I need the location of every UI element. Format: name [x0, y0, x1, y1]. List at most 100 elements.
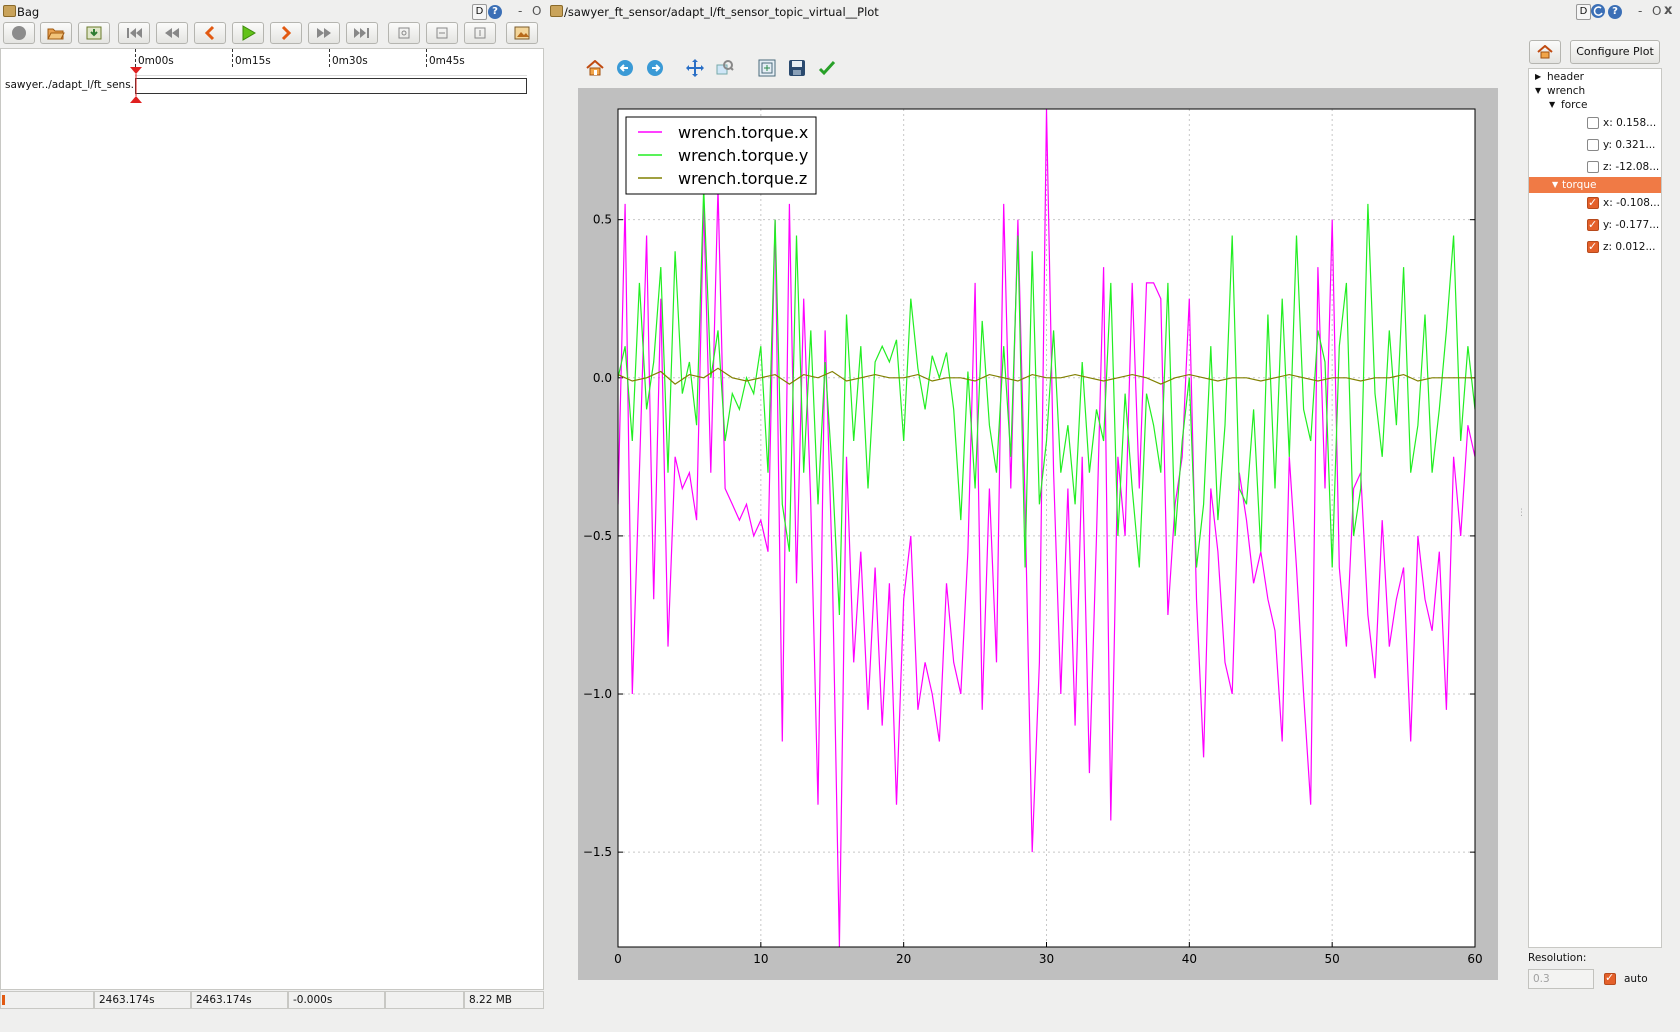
legend-label: wrench.torque.x [678, 123, 808, 142]
step-back-button[interactable] [194, 22, 226, 44]
tree-item-force-y[interactable]: y: 0.321... [1529, 137, 1659, 153]
legend-label: wrench.torque.y [678, 146, 808, 165]
torque-z-checkbox[interactable] [1587, 239, 1599, 255]
timeline-tick-label: 0m30s [332, 55, 368, 67]
topic-label: sawyer../adapt_l/ft_sens.. [5, 79, 138, 91]
status-start-time: 2463.174s [94, 991, 191, 1009]
play-button[interactable] [232, 22, 264, 44]
pan-button[interactable] [685, 58, 705, 78]
status-bag-size: 8.22 MB [464, 991, 544, 1009]
subplots-button[interactable] [757, 58, 777, 78]
y-tick-label: 0.0 [593, 371, 612, 385]
force-z-checkbox[interactable] [1587, 161, 1599, 173]
plot-minimize-button[interactable]: - [1638, 4, 1642, 18]
save-bag-button[interactable] [78, 22, 110, 44]
playhead-marker[interactable] [129, 67, 143, 103]
minimize-button[interactable]: - [518, 4, 522, 18]
line-chart[interactable]: 0 10 20 30 40 50 60 0.5 0.0 −0.5 −1.0 −1.5 wrench.to… [578, 88, 1498, 980]
plot-close-button[interactable]: x [1664, 3, 1672, 18]
zoom-in-button[interactable] [388, 22, 420, 44]
pan-arrows-icon [686, 59, 704, 77]
edit-axes-button[interactable] [817, 58, 837, 78]
zoom-magnifier-icon [716, 60, 734, 75]
float-button[interactable]: O [532, 4, 541, 18]
record-button[interactable] [3, 22, 35, 44]
status-empty [385, 991, 464, 1009]
step-forward-button[interactable] [270, 22, 302, 44]
y-tick-label: 0.5 [593, 213, 612, 227]
arrow-right-icon [647, 60, 663, 76]
tree-item-torque-selected[interactable]: ▼ torque [1529, 177, 1661, 193]
open-bag-button[interactable] [40, 22, 72, 44]
fast-forward-icon [317, 28, 331, 38]
x-tick-label: 10 [753, 952, 768, 966]
rewind-button[interactable] [156, 22, 188, 44]
rewind-icon [165, 28, 179, 38]
home-icon [586, 60, 604, 76]
x-tick-label: 0 [614, 952, 622, 966]
chevron-left-icon [204, 25, 215, 41]
dock-toggle-button[interactable]: D [472, 4, 487, 20]
zoom-reset-icon [474, 27, 486, 39]
zoom-out-button[interactable] [426, 22, 458, 44]
plot-figure: 0 10 20 30 40 50 60 0.5 0.0 −0.5 −1.0 −1.5 wrench.to… [578, 88, 1498, 980]
plot-app-icon [550, 5, 563, 17]
tree-item-torque-x[interactable]: x: -0.108... [1529, 195, 1660, 211]
tree-home-button[interactable] [1529, 40, 1561, 64]
tree-item-label: force [1561, 99, 1588, 111]
plot-help-icon[interactable]: ? [1608, 5, 1622, 19]
resolution-input[interactable] [1528, 969, 1594, 989]
plot-titlebar: /sawyer_ft_sensor/adapt_l/ft_sensor_topi… [548, 0, 1680, 22]
tree-item-force-z[interactable]: z: -12.08... [1529, 159, 1659, 175]
home-button[interactable] [585, 58, 605, 78]
plot-float-button[interactable]: O [1652, 4, 1661, 18]
torque-y-checkbox[interactable] [1587, 217, 1599, 233]
tree-item-label: z: 0.012... [1603, 241, 1656, 253]
force-x-checkbox[interactable] [1587, 117, 1599, 129]
help-icon[interactable]: ? [488, 5, 502, 19]
timeline-ruler[interactable]: 0m00s 0m15s 0m30s 0m45s [135, 49, 527, 76]
go-to-start-button[interactable] [118, 22, 150, 44]
timeline-tick-label: 0m00s [138, 55, 174, 67]
status-current-time: 2463.174s [191, 991, 288, 1009]
configure-plot-button[interactable]: Configure Plot [1570, 40, 1660, 64]
splitter-handle[interactable]: ⋮ [1517, 508, 1526, 518]
x-tick-label: 50 [1325, 952, 1340, 966]
zoom-out-icon [436, 27, 448, 39]
bag-window-title: Bag [17, 5, 40, 19]
progress-fill [2, 995, 5, 1005]
zoom-in-icon [398, 27, 410, 39]
thumbnails-button[interactable] [506, 22, 538, 44]
resolution-label: Resolution: [1528, 952, 1587, 964]
subplots-config-icon [758, 59, 776, 77]
collapse-down-icon: ▼ [1552, 180, 1559, 189]
tree-item-torque-y[interactable]: y: -0.177... [1529, 217, 1659, 233]
force-y-checkbox[interactable] [1587, 139, 1599, 151]
x-tick-label: 60 [1467, 952, 1482, 966]
zoom-rect-button[interactable] [715, 58, 735, 78]
tree-item-label: z: -12.08... [1603, 161, 1660, 173]
torque-x-checkbox[interactable] [1587, 195, 1599, 211]
auto-resolution-checkbox[interactable] [1604, 971, 1616, 985]
forward-button[interactable] [645, 58, 665, 78]
x-tick-label: 30 [1039, 952, 1054, 966]
zoom-reset-button[interactable] [464, 22, 496, 44]
save-figure-button[interactable] [787, 58, 807, 78]
back-button[interactable] [615, 58, 635, 78]
bag-toolbar [0, 22, 546, 46]
tree-item-torque-z[interactable]: z: 0.012... [1529, 239, 1659, 255]
playback-progress [0, 991, 94, 1009]
plot-dock-toggle-button[interactable]: D [1576, 4, 1591, 20]
fast-forward-button[interactable] [308, 22, 340, 44]
folder-open-icon [47, 28, 65, 40]
save-disk-icon [789, 60, 805, 76]
timeline-tick-label: 0m45s [429, 55, 465, 67]
reload-icon[interactable] [1591, 4, 1605, 18]
checkmark-edit-icon [818, 60, 836, 76]
collapse-down-icon: ▼ [1549, 100, 1556, 109]
tree-item-force-x[interactable]: x: 0.158... [1529, 115, 1659, 131]
save-download-icon [86, 26, 102, 40]
arrow-left-icon [617, 60, 633, 76]
go-to-end-button[interactable] [346, 22, 378, 44]
topic-message-bar[interactable] [135, 78, 527, 94]
